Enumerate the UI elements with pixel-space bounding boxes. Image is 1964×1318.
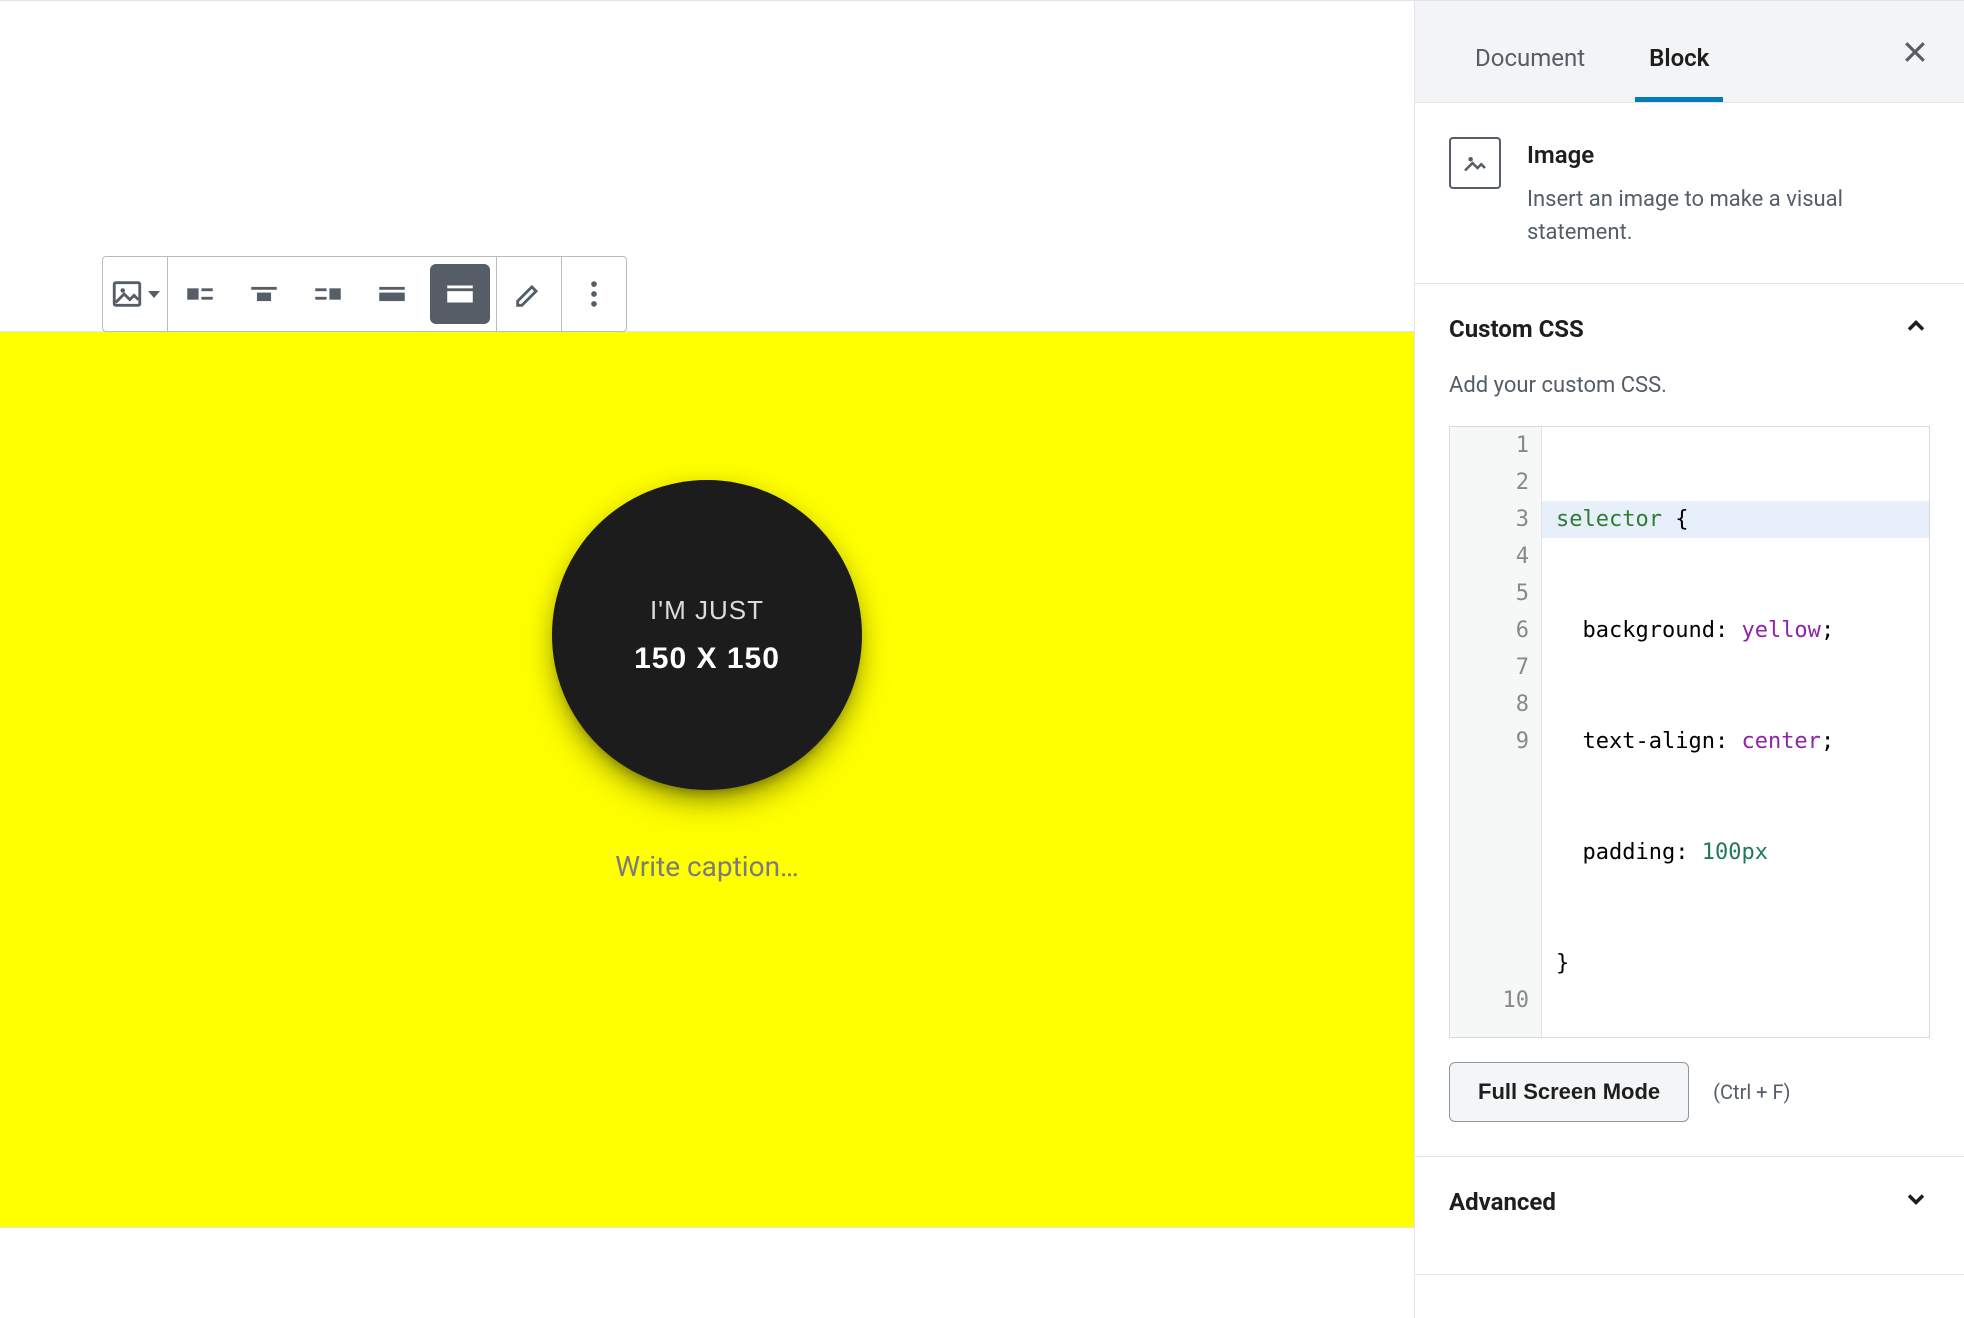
edit-image-button[interactable] [497, 257, 561, 331]
close-icon [1900, 37, 1930, 67]
settings-sidebar: Document Block Image Insert an image to … [1414, 1, 1964, 1318]
custom-css-panel-toggle[interactable]: Custom CSS [1415, 284, 1964, 373]
close-sidebar-button[interactable] [1900, 37, 1930, 67]
custom-css-panel: Custom CSS Add your custom CSS. 12345678… [1415, 284, 1964, 1157]
kebab-icon [577, 277, 611, 311]
tab-document[interactable]: Document [1443, 44, 1617, 102]
image-placeholder-line1: I'M JUST [650, 595, 764, 626]
block-toolbar [102, 256, 627, 332]
more-options-button[interactable] [562, 257, 626, 331]
editor-canvas: I'M JUST 150 X 150 Write caption… [0, 1, 1414, 1318]
block-info-title: Image [1527, 137, 1930, 173]
custom-css-hint: Add your custom CSS. [1449, 373, 1930, 398]
align-center-button[interactable] [232, 257, 296, 331]
chevron-up-icon [1902, 312, 1930, 345]
placeholder-image[interactable]: I'M JUST 150 X 150 [552, 480, 862, 790]
full-screen-mode-button[interactable]: Full Screen Mode [1449, 1062, 1689, 1122]
align-right-button[interactable] [296, 257, 360, 331]
image-caption-input[interactable]: Write caption… [0, 850, 1414, 883]
image-placeholder-line2: 150 X 150 [634, 642, 780, 676]
align-left-icon [183, 277, 217, 311]
chevron-down-icon [148, 291, 160, 298]
pencil-icon [512, 277, 546, 311]
chevron-down-icon [1902, 1185, 1930, 1218]
align-full-icon [443, 277, 477, 311]
image-icon [1460, 148, 1490, 178]
align-full-button[interactable] [430, 264, 490, 324]
image-block[interactable]: I'M JUST 150 X 150 Write caption… [0, 332, 1414, 1227]
custom-css-editor[interactable]: 12345678910 selector { background: yello… [1449, 426, 1930, 1038]
align-wide-button[interactable] [360, 257, 424, 331]
tab-block[interactable]: Block [1617, 44, 1741, 102]
block-type-image-button[interactable] [103, 257, 167, 331]
align-center-icon [247, 277, 281, 311]
image-icon [110, 277, 144, 311]
full-screen-shortcut: (Ctrl + F) [1713, 1080, 1790, 1104]
image-block-icon [1449, 137, 1501, 189]
advanced-panel-toggle[interactable]: Advanced [1415, 1157, 1964, 1246]
sidebar-tabs: Document Block [1415, 1, 1964, 103]
block-info: Image Insert an image to make a visual s… [1415, 103, 1964, 284]
code-gutter: 12345678910 [1450, 427, 1542, 1037]
block-info-desc: Insert an image to make a visual stateme… [1527, 183, 1930, 249]
advanced-panel: Advanced [1415, 1157, 1964, 1275]
align-right-icon [311, 277, 345, 311]
align-left-button[interactable] [168, 257, 232, 331]
advanced-panel-title: Advanced [1449, 1188, 1556, 1216]
custom-css-panel-title: Custom CSS [1449, 315, 1584, 343]
align-wide-icon [375, 277, 409, 311]
code-lines[interactable]: selector { background: yellow; text-alig… [1542, 427, 1929, 1037]
